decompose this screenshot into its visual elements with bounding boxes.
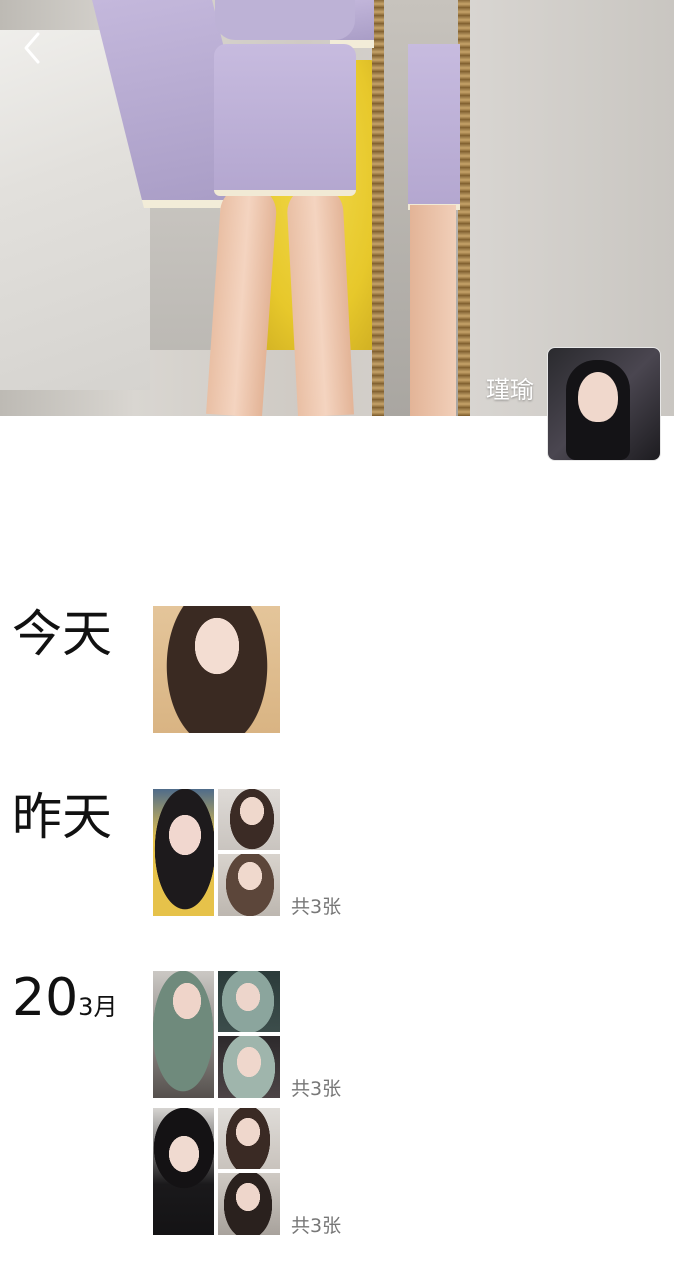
photo-thumbnail[interactable] [153, 789, 214, 916]
avatar[interactable] [547, 347, 661, 461]
photo-thumbnail[interactable] [153, 971, 214, 1098]
date-label-march-20: 203月 [12, 970, 117, 1026]
photo-thumbnail[interactable] [218, 1173, 280, 1235]
date-today-text: 今天 [12, 605, 112, 663]
back-button[interactable] [18, 28, 48, 68]
photo-count-march-20-group-1: 共3张 [291, 1078, 342, 1100]
moments-profile-page: 瑾瑜 今天 昨天 共3张 203月 共3张 共3张 [0, 0, 674, 1278]
photo-thumbnail[interactable] [153, 1108, 214, 1235]
photo-thumbnail-today[interactable] [153, 606, 280, 733]
date-label-yesterday: 昨天 [12, 789, 112, 845]
chevron-left-icon [24, 32, 40, 64]
photo-thumbnail[interactable] [218, 854, 280, 916]
profile-name: 瑾瑜 [486, 376, 534, 404]
date-yesterday-text: 昨天 [12, 788, 112, 846]
date-month-text: 3月 [78, 993, 118, 1021]
photo-thumbnail[interactable] [218, 971, 280, 1032]
photo-count-march-20-group-2: 共3张 [291, 1215, 342, 1237]
date-day-text: 20 [12, 968, 79, 1028]
photo-count-yesterday: 共3张 [291, 896, 342, 918]
photo-thumbnail[interactable] [218, 1108, 280, 1169]
date-label-today: 今天 [12, 606, 112, 662]
photo-thumbnail[interactable] [218, 789, 280, 850]
photo-thumbnail[interactable] [218, 1036, 280, 1098]
